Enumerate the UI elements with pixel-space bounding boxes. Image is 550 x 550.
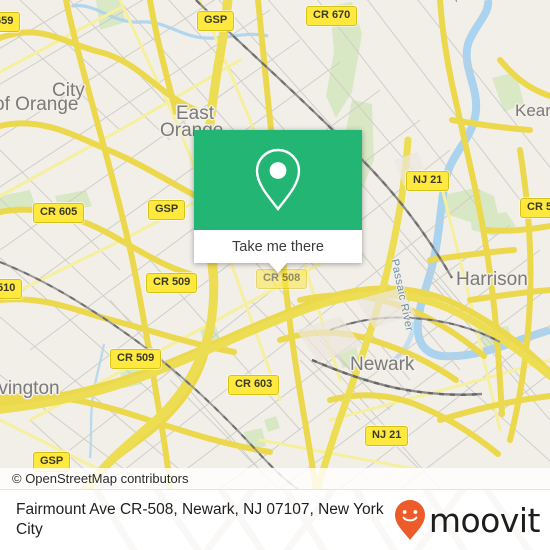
address-text: Fairmount Ave CR-508, Newark, NJ 07107, … xyxy=(16,501,384,538)
location-popup-card[interactable]: Take me there xyxy=(194,130,362,273)
moovit-wordmark: moovit xyxy=(428,500,541,540)
take-me-there-button[interactable]: Take me there xyxy=(194,230,362,263)
footer-bar: Fairmount Ave CR-508, Newark, NJ 07107, … xyxy=(0,489,550,550)
moovit-smiley-pin-icon xyxy=(394,500,425,540)
popup-image-panel xyxy=(194,130,362,230)
moovit-logo: moovit xyxy=(393,499,550,541)
osm-attribution[interactable]: © OpenStreetMap contributors xyxy=(0,468,550,489)
popup-pointer-tail xyxy=(269,263,287,273)
map-pin-icon xyxy=(255,148,301,212)
moovit-map-screen: City of Orange East Orange Kearny Harris… xyxy=(0,0,550,550)
map-canvas[interactable]: City of Orange East Orange Kearny Harris… xyxy=(0,0,550,489)
